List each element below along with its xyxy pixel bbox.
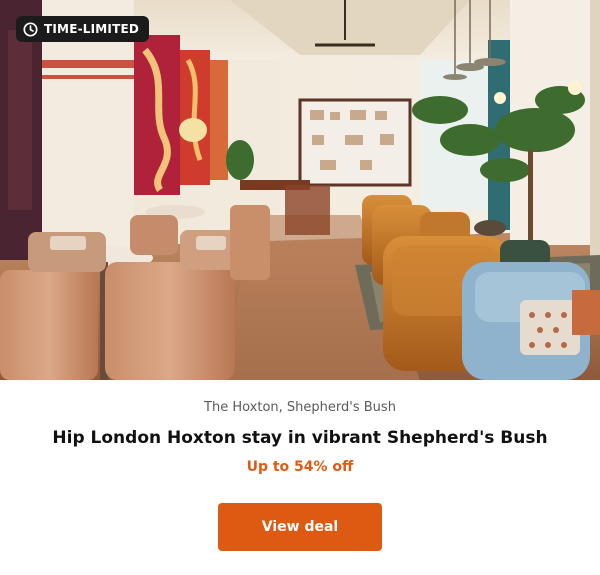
deal-title[interactable]: Hip London Hoxton stay in vibrant Shephe… [0, 428, 600, 448]
hotel-photo[interactable]: TIME-LIMITED [0, 0, 600, 380]
view-deal-button[interactable]: View deal [218, 503, 382, 551]
time-limited-badge: TIME-LIMITED [16, 16, 150, 42]
hotel-lobby-illustration [0, 0, 600, 380]
badge-label: TIME-LIMITED [44, 22, 140, 36]
discount-label: Up to 54% off [246, 459, 354, 475]
deal-info: The Hoxton, Shepherd's Bush Hip London H… [0, 380, 600, 575]
hotel-location: The Hoxton, Shepherd's Bush [204, 400, 396, 415]
clock-icon [23, 21, 38, 37]
deal-card[interactable]: TIME-LIMITED The Hoxton, Shepherd's Bush… [0, 0, 600, 575]
